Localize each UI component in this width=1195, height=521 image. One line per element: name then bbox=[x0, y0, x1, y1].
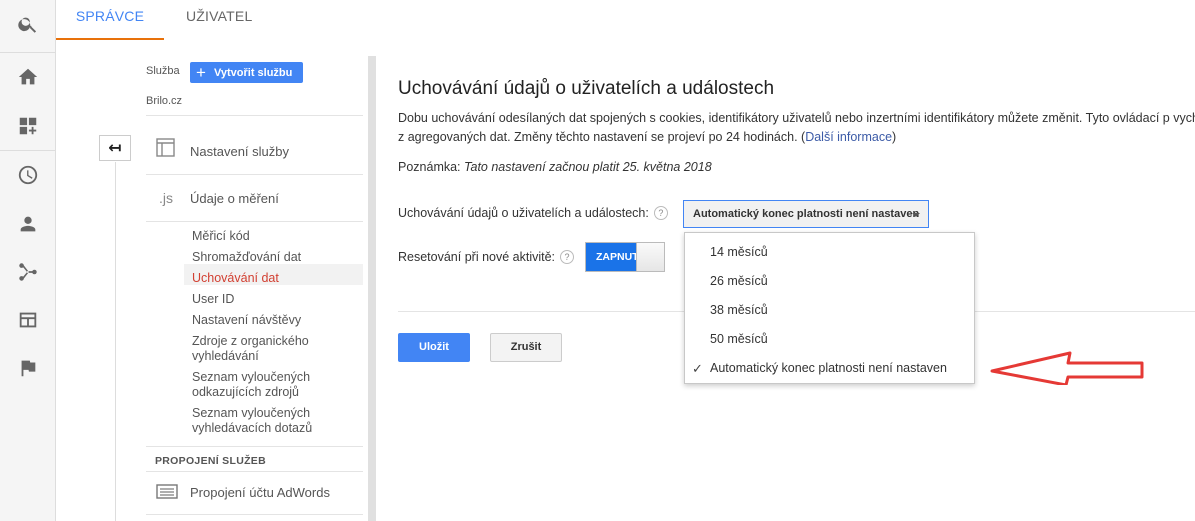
option-14-months[interactable]: 14 měsíců bbox=[710, 245, 768, 259]
retention-label: Uchovávání údajů o uživatelích a událost… bbox=[398, 206, 649, 220]
behavior-icon[interactable] bbox=[0, 296, 56, 344]
option-26-months[interactable]: 26 měsíců bbox=[710, 274, 768, 288]
checkmark-icon: ✓ bbox=[692, 361, 703, 376]
help-icon[interactable]: ? bbox=[560, 250, 575, 264]
note-text: Tato nastavení začnou platit 25. května … bbox=[464, 160, 712, 174]
nav-tracking-code[interactable]: Měřicí kód bbox=[192, 229, 362, 244]
nav-user-id[interactable]: User ID bbox=[192, 292, 362, 307]
reset-row: Resetování při nové aktivitě: ? bbox=[398, 250, 575, 264]
red-arrow-annotation bbox=[990, 351, 1144, 385]
nav-organic-sources[interactable]: Zdroje z organického vyhledávání bbox=[192, 334, 362, 364]
admin-nav-column: Služba + Vytvořit službu Brilo.cz ↤ Nast… bbox=[56, 40, 378, 521]
nav-property-settings[interactable]: Nastavení služby bbox=[190, 144, 289, 159]
more-info-link[interactable]: Další informace bbox=[805, 130, 892, 144]
retention-selected-value: Automatický konec platnosti není nastave… bbox=[693, 208, 920, 220]
clock-icon[interactable] bbox=[0, 151, 56, 199]
page-title: Uchovávání údajů o uživatelích a událost… bbox=[398, 78, 775, 99]
description-text: Dobu uchovávání odesílaných dat spojenýc… bbox=[398, 111, 1195, 144]
top-tabs: SPRÁVCE UŽIVATEL bbox=[56, 0, 1195, 40]
tab-admin[interactable]: SPRÁVCE bbox=[56, 0, 164, 40]
settings-page-icon bbox=[156, 138, 175, 160]
reset-label: Resetování při nové aktivitě: bbox=[398, 250, 556, 264]
save-button[interactable]: Uložit bbox=[398, 333, 470, 362]
back-button[interactable]: ↤ bbox=[99, 135, 131, 161]
retention-row: Uchovávání údajů o uživatelích a událost… bbox=[398, 206, 668, 220]
help-icon[interactable]: ? bbox=[653, 206, 668, 220]
nav-adwords-linking[interactable]: Propojení účtu AdWords bbox=[190, 485, 330, 500]
customization-icon[interactable] bbox=[0, 102, 56, 150]
left-rail bbox=[0, 0, 56, 521]
flag-icon[interactable] bbox=[0, 344, 56, 392]
toggle-knob[interactable] bbox=[636, 243, 664, 271]
person-icon[interactable] bbox=[0, 200, 56, 248]
nav-search-term-exclusion[interactable]: Seznam vyloučených vyhledávacích dotazů bbox=[192, 406, 362, 436]
retention-select[interactable]: Automatický konec platnosti není nastave… bbox=[683, 200, 929, 228]
retention-dropdown-menu: 14 měsíců 26 měsíců 38 měsíců 50 měsíců … bbox=[684, 232, 975, 384]
plus-icon: + bbox=[196, 62, 206, 82]
js-icon: .js bbox=[159, 190, 173, 206]
back-arrow-icon: ↤ bbox=[108, 140, 122, 157]
acquisition-icon[interactable] bbox=[0, 248, 56, 296]
nav-tracking-info[interactable]: Údaje o měření bbox=[190, 191, 279, 206]
property-selector[interactable]: Brilo.cz bbox=[146, 95, 182, 107]
note: Poznámka: Tato nastavení začnou platit 2… bbox=[398, 160, 712, 174]
home-icon[interactable] bbox=[0, 53, 56, 101]
reset-toggle[interactable]: ZAPNUTO bbox=[585, 242, 665, 272]
adwords-icon bbox=[156, 484, 178, 502]
toggle-on-label: ZAPNUTO bbox=[586, 243, 636, 271]
page-description: Dobu uchovávání odesílaných dat spojenýc… bbox=[398, 109, 1195, 147]
search-icon[interactable] bbox=[0, 0, 56, 48]
create-property-label: Vytvořit službu bbox=[213, 66, 293, 79]
nav-referral-exclusion[interactable]: Seznam vyloučených odkazujících zdrojů bbox=[192, 370, 362, 400]
note-label: Poznámka: bbox=[398, 160, 461, 174]
tab-user[interactable]: UŽIVATEL bbox=[186, 0, 252, 40]
create-property-button[interactable]: + Vytvořit službu bbox=[190, 62, 303, 83]
property-label: Služba bbox=[146, 65, 180, 77]
nav-data-retention[interactable]: Uchovávání dat bbox=[192, 271, 362, 286]
product-linking-header: PROPOJENÍ SLUŽEB bbox=[155, 455, 266, 467]
caret-down-icon bbox=[912, 213, 920, 217]
nav-scrollbar[interactable] bbox=[368, 56, 376, 521]
option-50-months[interactable]: 50 měsíců bbox=[710, 332, 768, 346]
option-38-months[interactable]: 38 měsíců bbox=[710, 303, 768, 317]
description-close: ) bbox=[892, 130, 897, 144]
option-no-expiration[interactable]: Automatický konec platnosti není nastave… bbox=[710, 361, 947, 375]
cancel-button[interactable]: Zrušit bbox=[490, 333, 562, 362]
nav-session-settings[interactable]: Nastavení návštěvy bbox=[192, 313, 362, 328]
nav-data-collection[interactable]: Shromažďování dat bbox=[192, 250, 362, 265]
analytics-admin-window: SPRÁVCE UŽIVATEL Služba + Vytvořit služb… bbox=[0, 0, 1195, 521]
